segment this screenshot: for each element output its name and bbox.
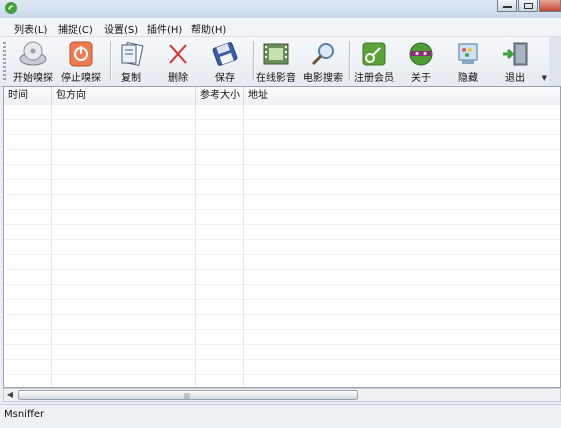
disc-drive-icon [19,41,47,66]
toolbar-overflow-chevron-icon[interactable]: ▼ [542,74,547,82]
delete-button[interactable]: 删除 [154,37,202,85]
packet-list[interactable]: 时间 包方向 参考大小 地址 [3,86,561,388]
menu-plugins[interactable]: 插件(H) [147,21,182,36]
register-member-label: 注册会员 [354,73,394,84]
save-button[interactable]: 保存 [201,37,249,85]
column-divider [51,105,52,387]
film-strip-icon [263,43,289,65]
floppy-disk-icon [212,42,238,66]
copy-document-icon [121,41,144,67]
column-header-size[interactable]: 参考大小 [196,87,244,105]
hide-label: 隐藏 [458,73,478,84]
column-header-time[interactable]: 时间 [4,87,52,105]
status-text: Msniffer [4,409,45,420]
minimize-button[interactable] [497,0,517,12]
toolbar: 开始嗅探 停止嗅探 复制 删除 保存 在线影音 电影搜索 注册会员 关于 隐藏 … [0,37,561,87]
list-body[interactable] [4,105,560,387]
column-header-direction[interactable]: 包方向 [52,87,196,105]
menu-help[interactable]: 帮助(H) [191,21,226,36]
horizontal-scrollbar[interactable]: ◀ ||| [3,388,561,402]
movie-search-button[interactable]: 电影搜索 [299,37,347,85]
online-video-label: 在线影音 [256,73,296,84]
stop-sniff-label: 停止嗅探 [61,73,101,84]
menu-capture[interactable]: 捕捉(C) [58,21,93,36]
scrollbar-thumb[interactable]: ||| [18,390,358,400]
about-button[interactable]: 关于 [397,37,445,85]
about-label: 关于 [411,73,431,84]
exit-button[interactable]: 退出 [491,37,539,85]
column-header-address[interactable]: 地址 [244,87,560,105]
toolbar-grip[interactable] [3,42,6,80]
movie-search-label: 电影搜索 [303,73,343,84]
delete-label: 删除 [168,73,188,84]
menu-list[interactable]: 列表(L) [14,21,47,36]
start-sniff-button[interactable]: 开始嗅探 [9,37,57,85]
magnifier-icon [311,43,334,66]
power-off-icon [69,41,93,67]
hide-button[interactable]: 隐藏 [444,37,492,85]
status-bar: Msniffer [0,404,561,428]
menu-settings[interactable]: 设置(S) [104,21,138,36]
list-header: 时间 包方向 参考大小 地址 [4,87,560,106]
ninja-face-icon [409,42,433,66]
window-paint-icon [458,43,478,64]
scrollbar-grip-icon: ||| [184,393,191,400]
exit-door-icon [503,42,528,66]
toolbar-edge [549,37,561,86]
title-bar [0,0,561,18]
start-sniff-label: 开始嗅探 [13,73,53,84]
close-window-button[interactable] [539,0,561,12]
scroll-left-arrow-icon[interactable]: ◀ [4,389,16,401]
copy-button[interactable]: 复制 [107,37,155,85]
column-divider [195,105,196,387]
red-x-icon [169,44,187,64]
exit-label: 退出 [505,73,525,84]
key-icon [362,42,386,66]
stop-sniff-button[interactable]: 停止嗅探 [57,37,105,85]
online-video-button[interactable]: 在线影音 [252,37,300,85]
copy-label: 复制 [121,73,141,84]
column-divider [243,105,244,387]
maximize-button[interactable] [518,0,538,12]
app-logo-icon [5,2,17,14]
save-label: 保存 [215,73,235,84]
register-member-button[interactable]: 注册会员 [350,37,398,85]
menu-bar: 列表(L) 捕捉(C) 设置(S) 插件(H) 帮助(H) [0,18,561,37]
